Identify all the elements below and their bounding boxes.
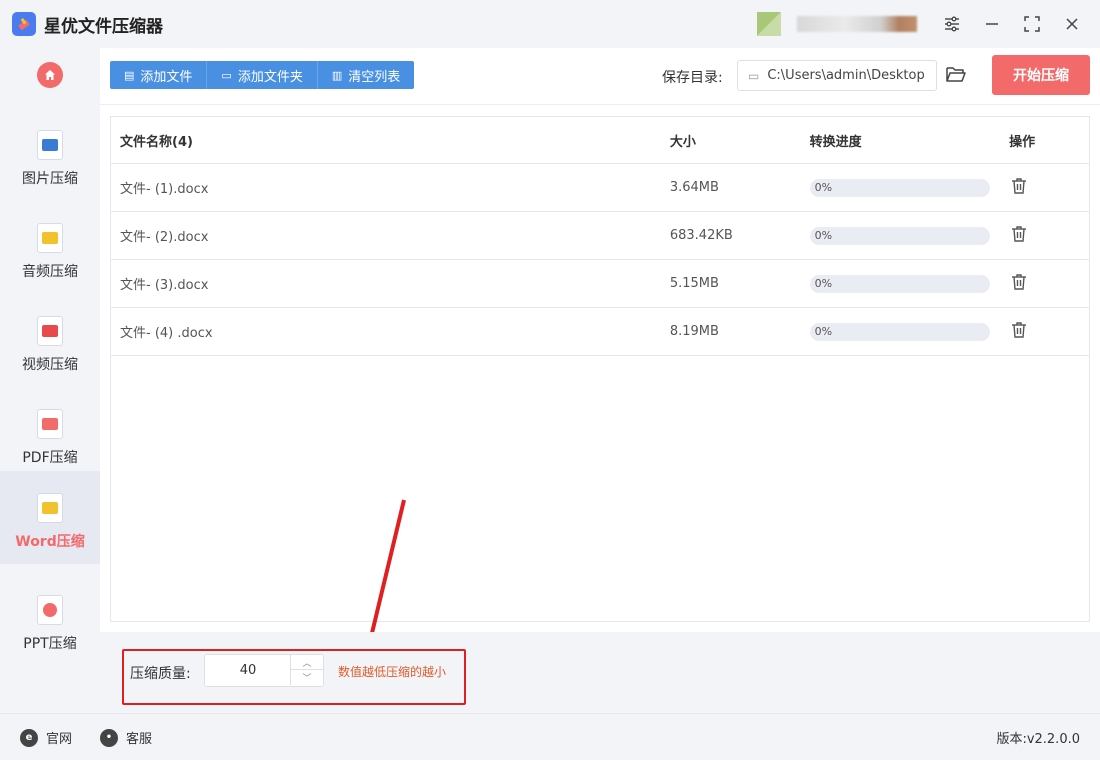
file-name: 文件- (2).docx — [120, 230, 209, 245]
table-row[interactable]: 文件- (2).docx 683.42KB 0% — [111, 212, 1089, 260]
file-size: 683.42KB — [669, 228, 733, 243]
divider — [100, 104, 1100, 105]
progress-text: 0% — [814, 228, 833, 242]
folder-icon: ▭ — [221, 68, 232, 82]
file-name: 文件- (4) .docx — [120, 326, 213, 341]
add-folder-button[interactable]: ▭ 添加文件夹 — [207, 61, 318, 89]
delete-icon[interactable] — [1009, 320, 1029, 340]
progress-bar: 0% — [809, 322, 990, 341]
header-operation: 操作 — [1009, 134, 1036, 150]
save-path-field[interactable]: ▭ C:\Users\admin\Desktop — [737, 60, 937, 91]
maximize-icon[interactable] — [1020, 12, 1044, 36]
ie-icon: e — [20, 728, 38, 747]
table-row[interactable]: 文件- (3).docx 5.15MB 0% — [111, 260, 1089, 308]
quality-label: 压缩质量: — [130, 666, 191, 682]
main-panel: ▤ 添加文件 ▭ 添加文件夹 ▥ 清空列表 保存目录: ▭ C:\Users\a… — [100, 48, 1100, 713]
avatar[interactable] — [757, 12, 781, 36]
video-file-icon — [37, 316, 63, 346]
quality-value[interactable]: 40 — [205, 655, 291, 686]
file-name: 文件- (1).docx — [120, 182, 209, 197]
trash-icon: ▥ — [331, 68, 343, 82]
table-row[interactable]: 文件- (4) .docx 8.19MB 0% — [111, 308, 1089, 356]
file-toolbar: ▤ 添加文件 ▭ 添加文件夹 ▥ 清空列表 — [110, 61, 415, 89]
support-label: 客服 — [126, 732, 153, 747]
sidebar-item-label: PDF压缩 — [22, 450, 78, 466]
sidebar-item-video[interactable]: 视频压缩 — [0, 294, 100, 387]
support-link[interactable]: • 客服 — [100, 728, 152, 747]
pdf-file-icon — [37, 409, 63, 439]
quality-hint: 数值越低压缩的越小 — [338, 665, 447, 679]
audio-file-icon — [37, 223, 63, 253]
sidebar-item-label: 图片压缩 — [22, 171, 78, 187]
table-row[interactable]: 文件- (1).docx 3.64MB 0% — [111, 164, 1089, 212]
add-folder-label: 添加文件夹 — [237, 69, 303, 85]
sidebar-item-pdf[interactable]: PDF压缩 — [0, 387, 100, 480]
save-directory-label: 保存目录: — [662, 70, 723, 86]
image-file-icon — [37, 130, 63, 160]
home-icon[interactable] — [37, 62, 63, 88]
username — [797, 16, 917, 32]
file-table: 文件名称(4) 大小 转换进度 操作 文件- (1).docx 3.64MB 0… — [110, 116, 1090, 622]
folder-outline-icon: ▭ — [748, 68, 760, 83]
progress-text: 0% — [814, 276, 833, 290]
table-header: 文件名称(4) 大小 转换进度 操作 — [111, 117, 1089, 164]
add-file-button[interactable]: ▤ 添加文件 — [110, 61, 208, 89]
footer: e 官网 • 客服 版本:v2.2.0.0 — [0, 713, 1100, 760]
sidebar-item-ppt[interactable]: PPT压缩 — [0, 573, 100, 666]
sidebar-item-word[interactable]: Word压缩 — [0, 471, 100, 564]
sidebar-item-label: PPT压缩 — [23, 636, 77, 652]
sidebar-item-image[interactable]: 图片压缩 — [0, 108, 100, 201]
header-size: 大小 — [669, 134, 696, 150]
version-text: 版本:v2.2.0.0 — [996, 732, 1080, 747]
ppt-file-icon — [37, 595, 63, 625]
start-compress-button[interactable]: 开始压缩 — [992, 55, 1090, 95]
progress-text: 0% — [814, 180, 833, 194]
progress-bar: 0% — [809, 178, 990, 197]
progress-text: 0% — [814, 324, 833, 338]
title-bar: 星优文件压缩器 — [0, 0, 1100, 48]
user-info[interactable] — [757, 12, 917, 36]
word-file-icon — [37, 493, 63, 523]
increment-icon[interactable]: ︿ — [290, 655, 323, 670]
minimize-icon[interactable] — [980, 12, 1004, 36]
open-folder-icon[interactable] — [945, 64, 967, 86]
delete-icon[interactable] — [1009, 224, 1029, 244]
website-link[interactable]: e 官网 — [20, 728, 72, 747]
decrement-icon[interactable]: ﹀ — [290, 670, 323, 685]
clear-list-button[interactable]: ▥ 清空列表 — [318, 61, 414, 89]
settings-panel: 压缩质量: 40 ︿ ﹀ 数值越低压缩的越小 — [100, 632, 1100, 713]
progress-bar: 0% — [809, 274, 990, 293]
progress-bar: 0% — [809, 226, 990, 245]
sidebar-item-audio[interactable]: 音频压缩 — [0, 201, 100, 294]
sidebar: 图片压缩 音频压缩 视频压缩 PDF压缩 Word压缩 PPT压缩 — [0, 48, 100, 713]
file-size: 3.64MB — [669, 180, 719, 195]
sidebar-item-label: 音频压缩 — [22, 264, 78, 280]
close-icon[interactable] — [1060, 12, 1084, 36]
delete-icon[interactable] — [1009, 176, 1029, 196]
file-icon: ▤ — [124, 68, 135, 82]
app-logo-icon — [12, 12, 36, 36]
file-name: 文件- (3).docx — [120, 278, 209, 293]
save-path-value: C:\Users\admin\Desktop — [767, 68, 925, 83]
app-title: 星优文件压缩器 — [44, 16, 163, 37]
file-size: 5.15MB — [669, 276, 719, 291]
chat-icon: • — [100, 728, 118, 747]
add-file-label: 添加文件 — [140, 69, 193, 85]
header-progress: 转换进度 — [809, 134, 862, 150]
header-name: 文件名称(4) — [120, 134, 193, 150]
file-size: 8.19MB — [669, 324, 719, 339]
sidebar-item-label: Word压缩 — [15, 534, 85, 550]
website-label: 官网 — [46, 732, 73, 747]
sidebar-item-label: 视频压缩 — [22, 357, 78, 373]
clear-list-label: 清空列表 — [348, 69, 401, 85]
quality-stepper[interactable]: 40 ︿ ﹀ — [204, 654, 324, 687]
delete-icon[interactable] — [1009, 272, 1029, 292]
settings-icon[interactable] — [940, 12, 964, 36]
